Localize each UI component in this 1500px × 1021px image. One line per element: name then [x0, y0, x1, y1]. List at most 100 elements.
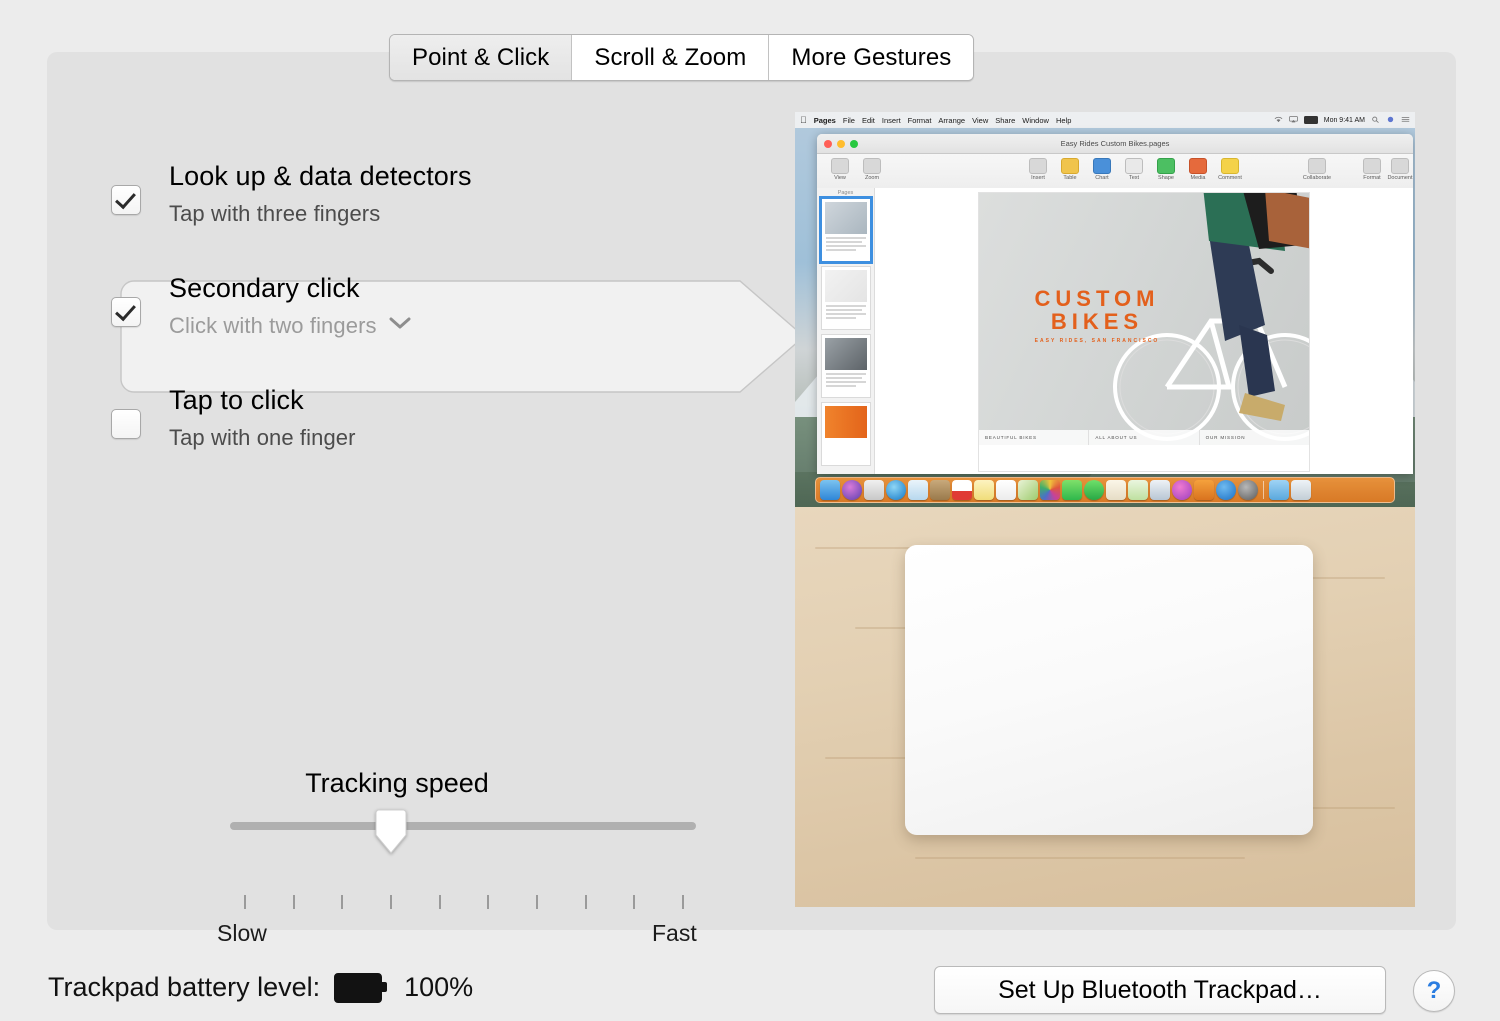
- contacts-icon[interactable]: [930, 480, 950, 500]
- checkbox-look-up[interactable]: [111, 185, 141, 215]
- preview-desktop:  Pages File Edit Insert Format Arrange …: [795, 112, 1415, 507]
- help-button[interactable]: ?: [1413, 970, 1455, 1012]
- menu-item-help[interactable]: Help: [1056, 116, 1071, 125]
- pages-titlebar[interactable]: Easy Rides Custom Bikes.pages: [817, 134, 1413, 154]
- ibooks-icon[interactable]: [1194, 480, 1214, 500]
- chart-icon: [1093, 158, 1111, 174]
- slider-track[interactable]: [230, 822, 696, 830]
- pages-thumbnail-sidebar[interactable]: Pages: [817, 188, 875, 474]
- gesture-row-look-up[interactable]: Look up & data detectors Tap with three …: [73, 156, 723, 248]
- pages-window[interactable]: Easy Rides Custom Bikes.pages View Zoom …: [817, 134, 1413, 474]
- siri-icon[interactable]: [842, 480, 862, 500]
- gesture-subtitle-secondary-click[interactable]: Click with two fingers: [169, 313, 411, 339]
- toolbar-collaborate[interactable]: Collaborate: [1302, 158, 1332, 181]
- mail-icon[interactable]: [908, 480, 928, 500]
- menu-item-insert[interactable]: Insert: [882, 116, 901, 125]
- tab-point-and-click[interactable]: Point & Click: [390, 35, 573, 80]
- checkbox-secondary-click-wrap[interactable]: [111, 297, 141, 327]
- menu-item-window[interactable]: Window: [1022, 116, 1049, 125]
- zoom-icon: [863, 158, 881, 174]
- maps-icon[interactable]: [1018, 480, 1038, 500]
- toolbar-zoom[interactable]: Zoom: [857, 158, 887, 181]
- toolbar-shape[interactable]: Shape: [1151, 158, 1181, 181]
- toolbar-document[interactable]: Document: [1385, 158, 1413, 181]
- preference-tab-bar[interactable]: Point & Click Scroll & Zoom More Gesture…: [389, 34, 975, 81]
- tracking-speed-slider[interactable]: [230, 809, 696, 854]
- reminders-icon[interactable]: [996, 480, 1016, 500]
- facetime-icon[interactable]: [1084, 480, 1104, 500]
- toolbar-table[interactable]: Table: [1055, 158, 1085, 181]
- toolbar-insert-label: Insert: [1031, 175, 1045, 181]
- pages-canvas[interactable]: CUSTOM BIKES EASY RIDES, SAN FRANCISCO B…: [875, 188, 1413, 474]
- toolbar-format[interactable]: Format: [1357, 158, 1387, 181]
- trash-icon[interactable]: [1291, 480, 1311, 500]
- checkbox-tap-to-click[interactable]: [111, 409, 141, 439]
- search-icon[interactable]: [1371, 116, 1380, 124]
- chevron-down-icon[interactable]: [389, 316, 411, 330]
- comment-icon: [1221, 158, 1239, 174]
- gesture-subtitle-look-up: Tap with three fingers: [169, 201, 381, 226]
- page-thumbnail[interactable]: [820, 266, 871, 330]
- keynote-icon[interactable]: [1150, 480, 1170, 500]
- gesture-row-tap-to-click[interactable]: Tap to click Tap with one finger: [73, 380, 723, 472]
- siri-icon[interactable]: [1386, 116, 1395, 123]
- pages-icon[interactable]: [1106, 480, 1126, 500]
- wifi-icon[interactable]: [1274, 116, 1283, 123]
- notes-icon[interactable]: [974, 480, 994, 500]
- toolbar-text[interactable]: Text: [1119, 158, 1149, 181]
- photos-icon[interactable]: [1040, 480, 1060, 500]
- macos-dock[interactable]: [815, 477, 1395, 503]
- messages-icon[interactable]: [1062, 480, 1082, 500]
- itunes-icon[interactable]: [1172, 480, 1192, 500]
- page-thumbnail[interactable]: [820, 334, 871, 398]
- slider-tick: [438, 895, 441, 909]
- checkbox-tap-to-click-wrap[interactable]: [111, 409, 141, 439]
- toolbar-text-label: Text: [1128, 175, 1140, 181]
- toolbar-chart-label: Chart: [1095, 175, 1109, 181]
- page-thumbnail[interactable]: [818, 196, 873, 264]
- safari-icon[interactable]: [886, 480, 906, 500]
- downloads-icon[interactable]: [1269, 480, 1289, 500]
- airplay-icon[interactable]: [1288, 116, 1298, 123]
- slider-thumb[interactable]: [373, 809, 409, 855]
- appstore-icon[interactable]: [1216, 480, 1236, 500]
- magic-trackpad-device: [905, 545, 1313, 835]
- system-preferences-icon[interactable]: [1238, 480, 1258, 500]
- toolbar-insert[interactable]: Insert: [1023, 158, 1053, 181]
- dock-separator: [1263, 481, 1264, 499]
- menu-item-format[interactable]: Format: [908, 116, 932, 125]
- apple-menu-icon[interactable]: : [800, 115, 807, 125]
- tab-scroll-and-zoom[interactable]: Scroll & Zoom: [572, 35, 770, 80]
- tab-more-gestures[interactable]: More Gestures: [769, 35, 974, 80]
- menu-item-file[interactable]: File: [843, 116, 855, 125]
- pages-body: Pages CUSTOM BIKES EASY RIDES, SAN FRANC…: [817, 188, 1413, 474]
- launchpad-icon[interactable]: [864, 480, 884, 500]
- menu-item-arrange[interactable]: Arrange: [938, 116, 965, 125]
- gesture-preview-video[interactable]:  Pages File Edit Insert Format Arrange …: [795, 112, 1415, 907]
- menubar-clock[interactable]: Mon 9:41 AM: [1324, 117, 1365, 124]
- calendar-icon[interactable]: [952, 480, 972, 500]
- set-up-bluetooth-trackpad-button[interactable]: Set Up Bluetooth Trackpad…: [934, 966, 1386, 1014]
- gesture-row-secondary-click[interactable]: Secondary click Click with two fingers: [73, 268, 723, 360]
- menu-item-edit[interactable]: Edit: [862, 116, 875, 125]
- toolbar-media[interactable]: Media: [1183, 158, 1213, 181]
- macos-menu-bar[interactable]:  Pages File Edit Insert Format Arrange …: [795, 112, 1415, 128]
- toolbar-chart[interactable]: Chart: [1087, 158, 1117, 181]
- checkbox-secondary-click[interactable]: [111, 297, 141, 327]
- menu-item-view[interactable]: View: [972, 116, 988, 125]
- menu-item-share[interactable]: Share: [995, 116, 1015, 125]
- menu-item-pages[interactable]: Pages: [814, 116, 836, 125]
- control-center-icon[interactable]: [1401, 116, 1410, 123]
- gesture-title-secondary-click: Secondary click: [169, 273, 360, 303]
- checkbox-look-up-wrap[interactable]: [111, 185, 141, 215]
- pages-toolbar[interactable]: View Zoom Insert Table Chart Text Shape …: [817, 154, 1413, 189]
- battery-icon[interactable]: [1303, 116, 1318, 124]
- battery-full-icon: [334, 972, 388, 1003]
- gesture-subtitle-tap-to-click: Tap with one finger: [169, 425, 356, 450]
- page-thumbnail[interactable]: [820, 402, 871, 466]
- finder-icon[interactable]: [820, 480, 840, 500]
- toolbar-view[interactable]: View: [825, 158, 855, 181]
- toolbar-comment[interactable]: Comment: [1215, 158, 1245, 181]
- format-icon: [1363, 158, 1381, 174]
- numbers-icon[interactable]: [1128, 480, 1148, 500]
